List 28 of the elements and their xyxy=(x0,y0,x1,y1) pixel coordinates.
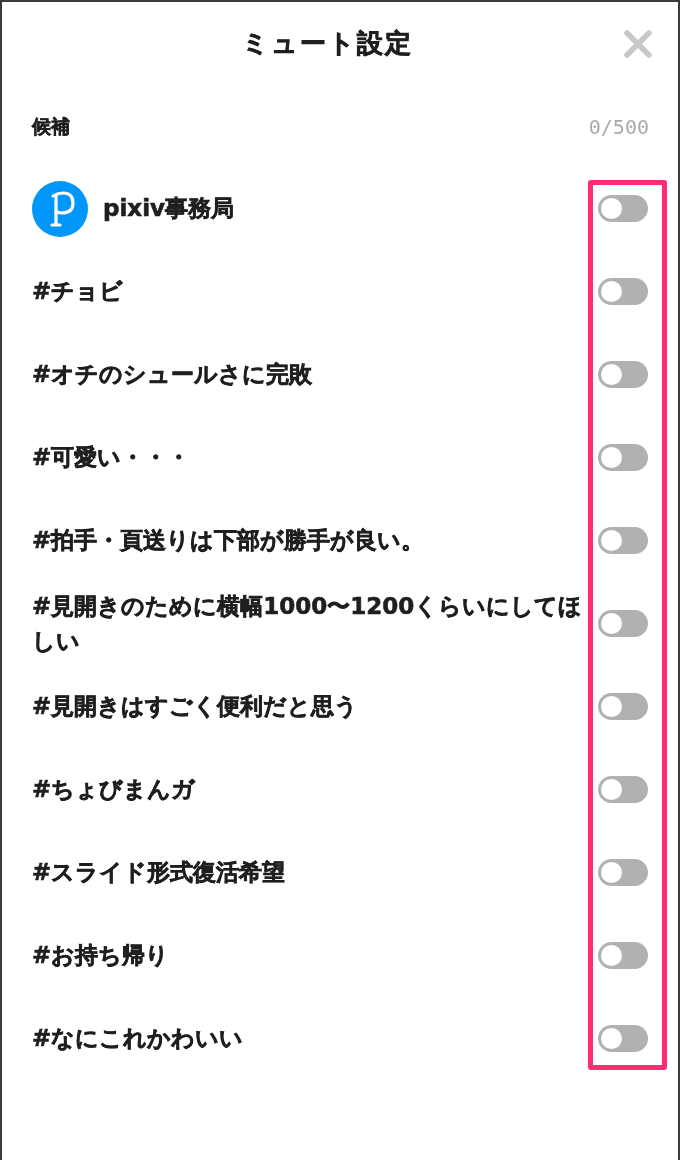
avatar-icon xyxy=(32,180,88,237)
toggle-switch[interactable] xyxy=(598,776,648,803)
toggle-switch[interactable] xyxy=(598,1025,648,1052)
tag-label: #見開きはすごく便利だと思う xyxy=(32,692,359,721)
toggle-switch[interactable] xyxy=(598,859,648,886)
tag-label: #チョビ xyxy=(32,277,124,306)
toggle-switch[interactable] xyxy=(598,361,648,388)
mute-count: 0/500 xyxy=(588,113,649,141)
tag-label: #お持ち帰り xyxy=(32,941,170,970)
tag-label: #見開きのために横幅1000〜1200くらいにしてほしい xyxy=(32,591,584,656)
tag-label: #ちょびまんガ xyxy=(32,775,196,804)
section-label: 候補 xyxy=(32,114,70,140)
toggle-switch[interactable] xyxy=(598,195,648,222)
toggle-switch[interactable] xyxy=(598,693,648,720)
close-icon xyxy=(624,30,652,58)
toggle-switch[interactable] xyxy=(598,610,648,637)
toggle-switch[interactable] xyxy=(598,527,648,554)
tag-label: #なにこれかわいい xyxy=(32,1024,244,1053)
tag-label: #スライド形式復活希望 xyxy=(32,858,286,887)
toggle-switch[interactable] xyxy=(598,942,648,969)
toggle-switch[interactable] xyxy=(598,444,648,471)
toggle-switch[interactable] xyxy=(598,278,648,305)
tag-label: #可愛い・・・ xyxy=(32,443,191,472)
user-name: pixiv事務局 xyxy=(103,194,235,223)
tag-label: #拍手・頁送りは下部が勝手が良い。 xyxy=(32,526,425,555)
tag-label: #オチのシュールさに完敗 xyxy=(32,360,313,389)
dialog-title: ミュート設定 xyxy=(241,28,413,60)
close-button[interactable] xyxy=(624,30,652,58)
